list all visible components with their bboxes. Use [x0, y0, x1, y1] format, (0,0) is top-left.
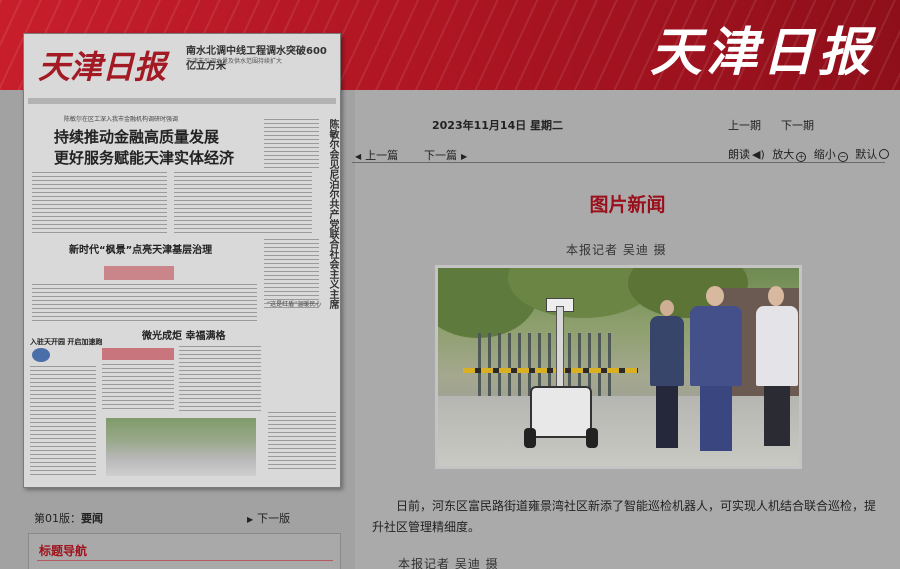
triangle-right-icon: ▶ — [247, 515, 254, 524]
robot-body — [530, 386, 592, 438]
article-byline: 本报记者 吴迪 摄 — [566, 243, 667, 257]
issue-date: 2023年11月14日 星期二 — [432, 119, 564, 132]
triangle-left-icon: ◀ — [355, 152, 362, 161]
read-aloud-button[interactable]: 朗读 ◀) — [728, 148, 767, 161]
title-navigation-divider — [37, 560, 333, 561]
edition-name[interactable]: 要闻 — [81, 512, 103, 525]
paper-left-headline[interactable]: 入驻天开园 开启加速跑 — [30, 337, 102, 347]
paper-logo-mark — [32, 348, 50, 362]
paper-date-bar — [28, 98, 336, 104]
paper-right-small[interactable]: “这是红盾”温暖民心 — [267, 299, 321, 308]
reading-tools: 朗读 ◀) 放大 + 缩小 − 默认 — [728, 146, 893, 162]
next-edition-label: 下一版 — [257, 512, 291, 525]
next-edition-link[interactable]: ▶ 下一版 — [247, 510, 290, 526]
person-legs — [656, 386, 678, 448]
read-aloud-label: 朗读 — [728, 148, 750, 161]
title-navigation-box: 标题导航 — [28, 533, 341, 569]
circle-icon — [879, 149, 890, 159]
person-legs — [700, 386, 732, 451]
article-byline-bottom: 本报记者 吴迪 摄 — [398, 557, 499, 569]
article-paragraph: 日前，河东区富民路街道雍景湾社区新添了智能巡检机器人，可实现人机结合联合巡检，提… — [372, 499, 877, 534]
plus-circle-icon: + — [796, 152, 807, 162]
paper-lead-headline-1[interactable]: 持续推动金融高质量发展 — [54, 126, 219, 147]
zoom-in-label: 放大 — [772, 148, 795, 161]
robot-wheel — [586, 428, 598, 448]
paper-text-block — [32, 284, 257, 324]
minus-circle-icon: − — [837, 152, 848, 162]
paper-lead-headline-2[interactable]: 更好服务赋能天津实体经济 — [54, 147, 234, 168]
zoom-out-button[interactable]: 缩小 − — [813, 148, 850, 162]
photo-ground — [438, 396, 799, 466]
paper-highlight-box — [104, 266, 174, 280]
robot-mast — [556, 306, 564, 388]
next-article-link[interactable]: 下一篇 ▶ — [424, 147, 467, 163]
next-issue-link[interactable]: 下一期 — [781, 117, 814, 133]
paper-text-block — [264, 119, 319, 169]
paper-text-block — [179, 346, 261, 411]
paper-headline-3[interactable]: 新时代“枫景”点亮天津基层治理 — [69, 241, 212, 256]
zoom-out-label: 缩小 — [813, 148, 836, 161]
brand-logo[interactable]: 天津日报 — [650, 10, 874, 85]
article-title: 图片新闻 — [589, 194, 666, 216]
title-navigation-heading: 标题导航 — [39, 544, 88, 558]
paper-headline-4[interactable]: 微光成炬 幸福满格 — [142, 327, 225, 342]
default-size-label: 默认 — [855, 148, 878, 161]
toolbar-divider — [352, 162, 885, 163]
person-legs — [764, 386, 790, 446]
prev-article-link[interactable]: ◀ 上一篇 — [355, 147, 398, 163]
paper-top-subline: 天津市引调水量及供水范围持续扩大 — [186, 58, 283, 65]
speaker-icon: ◀) — [752, 148, 765, 161]
default-size-button[interactable]: 默认 — [855, 148, 891, 161]
person-2 — [690, 306, 742, 386]
photo-barrier — [463, 368, 638, 373]
paper-text-block — [268, 412, 336, 472]
paper-masthead: 天津日报 — [38, 48, 167, 86]
zoom-in-button[interactable]: 放大 + — [772, 148, 808, 162]
person-3 — [756, 306, 798, 386]
person-head — [768, 286, 784, 306]
robot-wheel — [524, 428, 536, 448]
newspaper-page-thumbnail[interactable]: 天津日报 南水北调中线工程调水突破600亿立方米 天津市引调水量及供水范围持续扩… — [23, 33, 341, 488]
paper-highlight-box — [102, 348, 174, 360]
edition-label: 第01版：要闻 — [34, 510, 103, 526]
paper-kicker: 陈敏尔在区工深入我市金融机构调研时强调 — [64, 116, 179, 123]
article-photo-frame — [435, 265, 802, 469]
next-article-label: 下一篇 — [424, 149, 457, 162]
article-title-row: 图片新闻 — [0, 190, 900, 217]
person-1 — [650, 316, 684, 386]
person-head — [660, 300, 674, 316]
paper-text-block — [102, 364, 174, 412]
person-head — [706, 286, 724, 306]
paper-photo[interactable] — [106, 418, 256, 476]
article-photo[interactable] — [438, 268, 799, 466]
prev-article-label: 上一篇 — [365, 149, 399, 162]
prev-issue-link[interactable]: 上一期 — [728, 117, 761, 133]
triangle-right-icon: ▶ — [461, 152, 468, 161]
paper-text-block — [30, 366, 96, 476]
edition-number: 第01版： — [34, 512, 81, 525]
